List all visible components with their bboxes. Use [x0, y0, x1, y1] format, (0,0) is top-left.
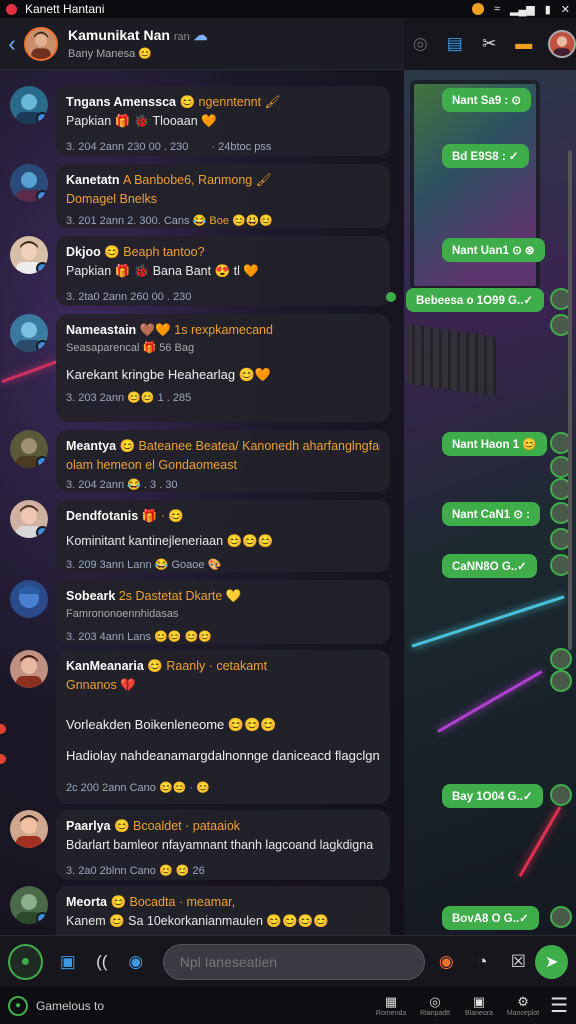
close-icon[interactable]: ✕ [561, 3, 570, 16]
avatar[interactable] [24, 26, 58, 61]
online-dot [386, 292, 396, 302]
unread-dot [0, 754, 6, 764]
message-bubble[interactable]: CaNN8O G..✓ [442, 554, 537, 578]
avatar[interactable] [550, 670, 572, 692]
message-item: ✓ Meantya 😊 Bateanee Beatea/ Kanonedh ah… [8, 430, 392, 492]
wifi-icon: ≈ [493, 3, 500, 15]
avatar[interactable] [10, 580, 48, 618]
avatar[interactable] [10, 650, 48, 688]
status-bar: Kanett Hantani ≈ ▂▄▆ ▮ ✕ [0, 0, 576, 18]
close-box-icon[interactable]: ☒ [507, 951, 529, 973]
verified-icon: ✓ [36, 526, 48, 538]
avatar[interactable]: ✓ [10, 500, 48, 538]
status-title: Kanett Hantani [25, 2, 105, 16]
square-icon: ▣ [472, 994, 486, 1009]
battery-icon: ▮ [544, 3, 551, 16]
gallery-label: Gamelous to [36, 998, 105, 1013]
message-bubble[interactable]: Nant CaN1 ⊙ : [442, 502, 541, 526]
message-bubble[interactable]: Dkjoo 😊 Beaph tantoo? Papkian 🎁 🐞 Bana B… [56, 236, 390, 306]
settings-icon: ⚙ [517, 994, 529, 1009]
message-item: KanMeanaria 😊 Raanly · cetakamt Gnnanos … [8, 650, 392, 804]
message-item: Paarlya 😊 Bcoaldet · pataaiok Bdarlart b… [8, 810, 392, 880]
grid-icon: ▦ [384, 994, 398, 1009]
gallery-button[interactable]: ● Gamelous to [8, 995, 376, 1016]
verified-icon: ✓ [36, 912, 48, 924]
verified-icon: ✓ [36, 456, 48, 468]
verified-icon: ✓ [36, 112, 48, 124]
back-icon[interactable]: ‹ [0, 31, 24, 57]
timer-icon[interactable]: ◔ [471, 951, 493, 973]
target-icon: ◎ [429, 994, 441, 1009]
message-bubble[interactable]: Nant Sa9 : ⊙ [442, 88, 532, 112]
nav-item-romenda[interactable]: ▦ Romenda [376, 994, 406, 1017]
message-bubble[interactable]: Meantya 😊 Bateanee Beatea/ Kanonedh ahar… [56, 430, 390, 492]
verified-icon: ✓ [36, 190, 48, 202]
message-item: ✓ Tngans Amenssca 😊 ngenntennt 🖌 Papkian… [8, 86, 392, 156]
profile-avatar[interactable] [548, 30, 576, 58]
message-item: ✓ Nameastain 🤎🧡 1s rexpkamecand Seasapar… [8, 314, 392, 422]
message-item: Sobeark 2s Dastetat Dkarte 💛 Famrononoen… [8, 580, 392, 644]
send-button[interactable]: ➤ [535, 944, 568, 979]
message-bubble[interactable]: Nant Uan1 ⊙ ⊗ [442, 238, 545, 262]
verified-icon: ✓ [36, 340, 48, 352]
gallery-icon: ● [8, 995, 28, 1016]
briefcase-icon[interactable]: ▬ [514, 33, 535, 55]
avatar[interactable]: ✓ [10, 886, 48, 924]
folder-icon[interactable]: ▣ [57, 951, 79, 973]
avatar[interactable]: ✓ [10, 314, 48, 352]
emoji-icon[interactable]: ◉ [435, 951, 457, 973]
message-bubble[interactable]: Nameastain 🤎🧡 1s rexpkamecand Seasaparen… [56, 314, 390, 422]
message-bubble[interactable]: Nant Haon 1 😊 [442, 432, 547, 456]
voice-icon[interactable]: ● [8, 943, 43, 980]
avatar[interactable] [550, 906, 572, 928]
message-composer: ● ▣ (( ◉ ◉ ◔ ☒ ➤ [0, 935, 576, 987]
avatar[interactable]: ✓ [10, 430, 48, 468]
avatar[interactable]: ✓ [10, 86, 48, 124]
message-bubble[interactable]: BovA8 O G..✓ [442, 906, 539, 930]
nav-item-manceplot[interactable]: ⚙ Manceplot [507, 994, 539, 1017]
list-icon[interactable]: ▤ [445, 33, 466, 55]
message-item: ✓ Meorta 😊 Bocadta · meamar, Kanem 😊 Sa … [8, 886, 392, 935]
notification-icon [471, 3, 484, 15]
message-feed[interactable]: ✓ Tngans Amenssca 😊 ngenntennt 🖌 Papkian… [0, 70, 404, 935]
message-bubble[interactable]: Paarlya 😊 Bcoaldet · pataaiok Bdarlart b… [56, 810, 390, 880]
message-bubble[interactable]: Bd E9S8 : ✓ [442, 144, 529, 168]
message-bubble[interactable]: Sobeark 2s Dastetat Dkarte 💛 Famrononoen… [56, 580, 390, 644]
bottom-nav: ● Gamelous to ▦ Romenda ◎ Rianpadtt ▣ Bl… [0, 987, 576, 1024]
message-bubble[interactable]: Tngans Amenssca 😊 ngenntennt 🖌 Papkian 🎁… [56, 86, 390, 156]
message-bubble[interactable]: Dendfotanis 🎁 · 😊 Kominitant kantinejlen… [56, 500, 390, 572]
menu-icon[interactable]: ☰ [550, 993, 568, 1018]
nav-item-rianpadtt[interactable]: ◎ Rianpadtt [420, 994, 450, 1017]
nav-item-blaneora[interactable]: ▣ Blaneora [464, 994, 494, 1017]
unread-dot [0, 724, 6, 734]
quote-icon[interactable]: (( [91, 951, 113, 973]
message-bubble[interactable]: Bay 1O04 G..✓ [442, 784, 543, 808]
avatar[interactable]: ✓ [10, 236, 48, 274]
signal-icon: ▂▄▆ [510, 3, 535, 16]
avatar[interactable] [550, 784, 572, 806]
tools-icon[interactable]: ✂ [479, 33, 500, 55]
message-input[interactable] [162, 943, 426, 980]
message-item: ✓ Dendfotanis 🎁 · 😊 Kominitant kantinejl… [8, 500, 392, 572]
message-item: ✓ Kanetatn A Banbobe6, Ranmong 🖌 Domagel… [8, 164, 392, 228]
message-bubble[interactable]: Meorta 😊 Bocadta · meamar, Kanem 😊 Sa 10… [56, 886, 390, 935]
message-bubble[interactable]: KanMeanaria 😊 Raanly · cetakamt Gnnanos … [56, 650, 390, 804]
chat-header: ‹ Kamunikat Nan ran ☁ Bany Manesa 😊 ▦ ☾ … [0, 18, 576, 70]
scrollbar[interactable] [568, 150, 572, 650]
app-icon [6, 3, 17, 15]
message-bubble[interactable]: Bebeesa o 1O99 G..✓ [406, 288, 544, 312]
spiral-icon[interactable]: ◎ [410, 33, 431, 55]
right-panel[interactable]: Nant Sa9 : ⊙ Bd E9S8 : ✓ Nant Uan1 ⊙ ⊗ B… [386, 70, 576, 935]
avatar[interactable] [550, 648, 572, 670]
message-bubble[interactable]: Kanetatn A Banbobe6, Ranmong 🖌 Domagel B… [56, 164, 390, 228]
verified-icon: ✓ [36, 262, 48, 274]
message-item: ✓ Dkjoo 😊 Beaph tantoo? Papkian 🎁 🐞 Bana… [8, 236, 392, 306]
avatar[interactable] [10, 810, 48, 848]
avatar[interactable]: ✓ [10, 164, 48, 202]
camera-icon[interactable]: ◉ [125, 951, 147, 973]
